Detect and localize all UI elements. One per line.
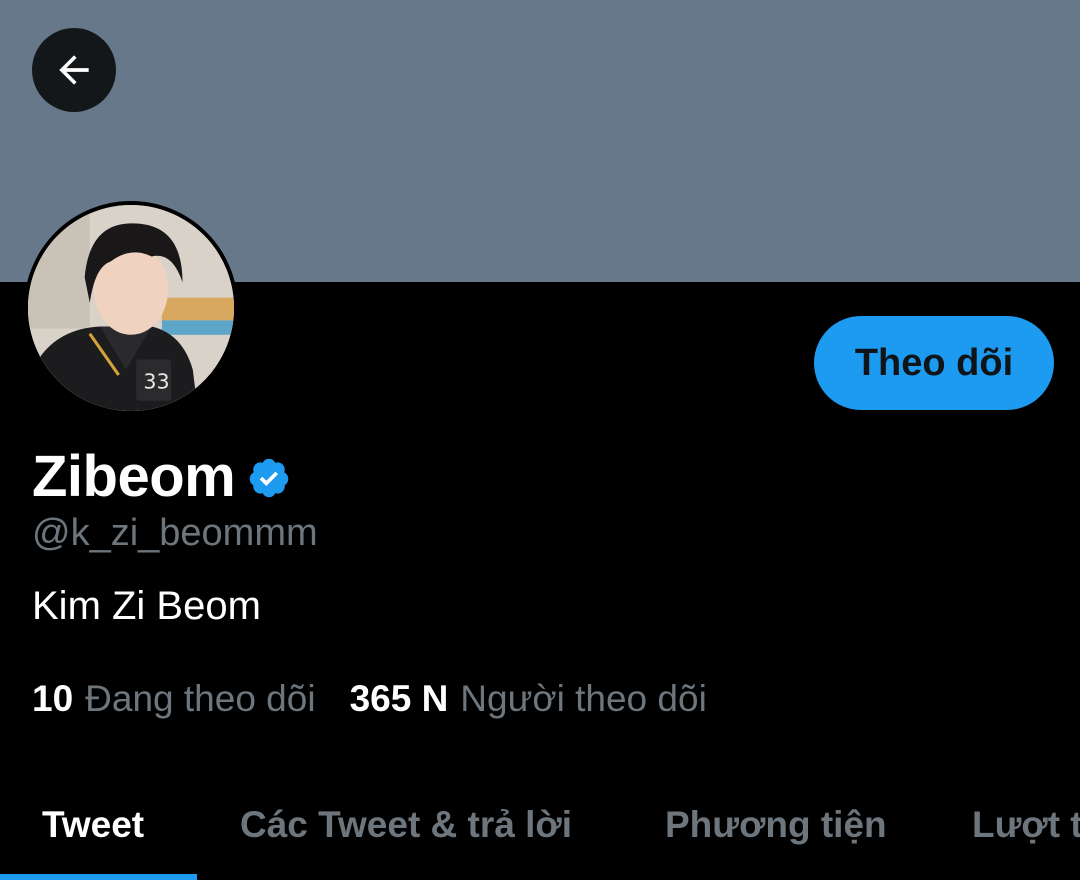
arrow-left-icon xyxy=(59,55,89,85)
tab-tweets-and-replies[interactable]: Các Tweet & trả lời xyxy=(240,770,572,880)
name-row: Zibeom xyxy=(32,440,291,512)
display-name: Zibeom xyxy=(32,443,236,509)
following-count: 10 xyxy=(32,678,74,719)
svg-text:33: 33 xyxy=(143,369,169,393)
followers-stat[interactable]: 365 N Người theo dõi xyxy=(350,678,707,720)
bio: Kim Zi Beom xyxy=(32,584,261,628)
avatar[interactable]: 33 xyxy=(24,201,238,415)
followers-label: Người theo dõi xyxy=(460,678,707,719)
profile-tabs: Tweet Các Tweet & trả lời Phương tiện Lư… xyxy=(0,770,1080,880)
follow-button[interactable]: Theo dõi xyxy=(814,316,1054,410)
handle: @k_zi_beommm xyxy=(32,512,318,554)
verified-badge-icon xyxy=(249,458,289,498)
tab-tweets[interactable]: Tweet xyxy=(42,770,144,880)
active-tab-indicator xyxy=(0,874,197,880)
tab-likes[interactable]: Lượt thích xyxy=(972,770,1080,880)
following-label: Đang theo dõi xyxy=(85,678,316,719)
following-stat[interactable]: 10 Đang theo dõi xyxy=(32,678,316,720)
avatar-photo: 33 xyxy=(28,205,234,411)
followers-count: 365 N xyxy=(349,678,449,719)
back-button[interactable] xyxy=(32,28,116,112)
profile-screen: 33 Theo dõi Zibeom @k_zi_beommm Kim Zi B… xyxy=(0,0,1080,880)
tab-media[interactable]: Phương tiện xyxy=(665,770,887,880)
profile-stats: 10 Đang theo dõi 365 N Người theo dõi xyxy=(32,678,741,720)
